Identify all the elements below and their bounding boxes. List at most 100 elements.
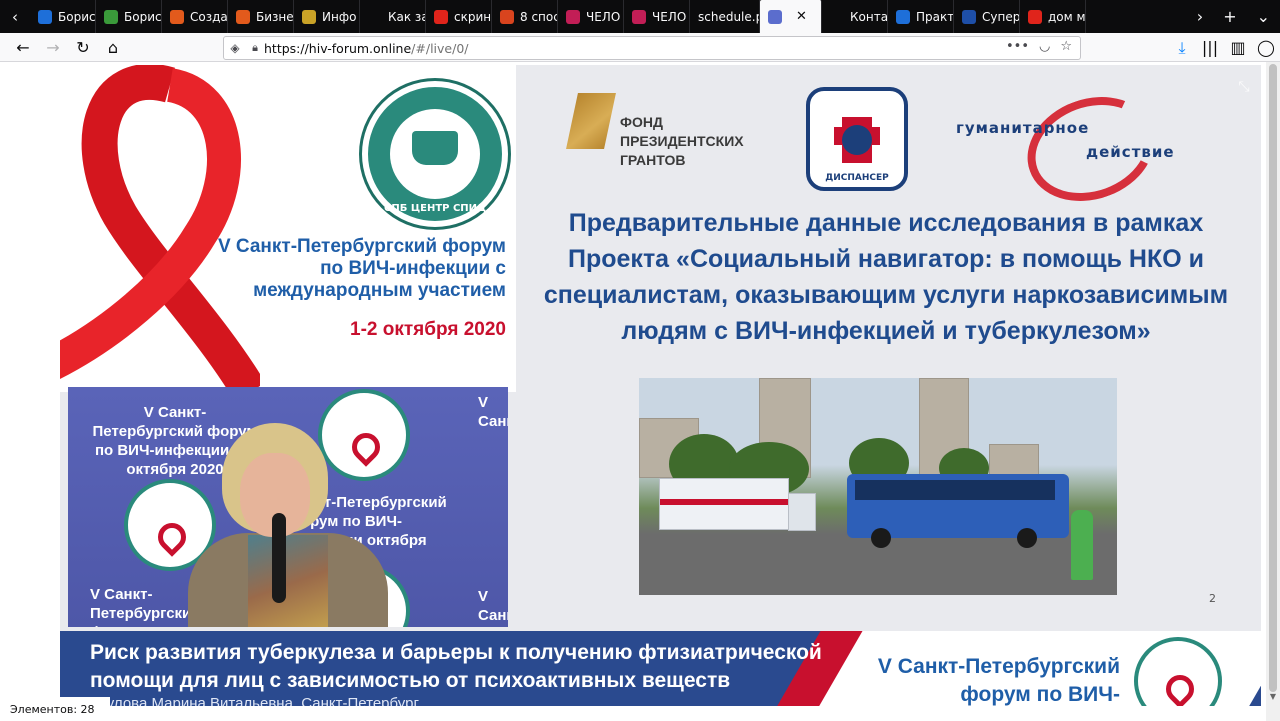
page-actions: ••• ◡ ☆ [1006, 39, 1072, 54]
favicon-icon [1028, 9, 1042, 24]
account-icon: ◯ [1257, 38, 1275, 57]
favicon-icon [302, 9, 316, 24]
browser-tab[interactable]: Созда [162, 0, 228, 33]
forum-title: V Санкт-Петербургский форум по ВИЧ-инфек… [217, 236, 506, 301]
tab-label: дом м [1048, 9, 1086, 24]
talk-title-line1: Риск развития туберкулеза и барьеры к по… [90, 641, 822, 664]
url-host: https://hiv-forum.online [264, 40, 412, 56]
arrow-right-icon: → [46, 37, 60, 57]
mobile-clinic-truck [659, 478, 816, 531]
scroll-down-icon[interactable]: ▼ [1268, 692, 1278, 701]
url-path: /#/live/0/ [411, 40, 469, 56]
favicon-icon [236, 9, 250, 24]
library-button[interactable]: ||| [1196, 33, 1224, 62]
favicon-icon [368, 9, 382, 24]
slide-title: Предварительные данные исследования в ра… [543, 209, 1229, 345]
browser-tab[interactable]: Борис [30, 0, 96, 33]
spb-aids-center-seal: СПБ ЦЕНТР СПИД [362, 81, 508, 227]
favicon-icon [830, 9, 844, 24]
browser-tab[interactable]: ЧЕЛО [624, 0, 690, 33]
reload-button[interactable]: ↻ [68, 33, 98, 62]
status-bar: Элементов: 28 [0, 697, 110, 721]
arrow-left-icon: ← [16, 37, 30, 57]
downloads-button[interactable]: ⤓ [1168, 33, 1196, 62]
favicon-icon [962, 9, 976, 24]
forum-poster: СПБ ЦЕНТР СПИД V Санкт-Петербургский фор… [60, 65, 516, 392]
page-content: СПБ ЦЕНТР СПИД V Санкт-Петербургский фор… [0, 62, 1280, 721]
new-tab-button[interactable]: + [1213, 7, 1246, 26]
tab-label: Борис [124, 9, 162, 24]
page-scrollbar[interactable]: ▲ ▼ [1266, 62, 1280, 721]
tab-strip: Борис Борис Созда Бизне Инфо Как за скрин 8 спо… [30, 0, 1187, 49]
home-icon: ⌂ [107, 37, 119, 57]
page-actions-menu-icon[interactable]: ••• [1006, 39, 1029, 54]
list-all-tabs-button[interactable]: ⌄ [1247, 7, 1280, 26]
browser-tab[interactable]: Практ [888, 0, 954, 33]
exit-fullscreen-icon[interactable]: ⤡ [1236, 79, 1252, 95]
browser-tab[interactable]: Борис [96, 0, 162, 33]
bus [847, 474, 1069, 548]
sidebar-button[interactable]: ▥ [1224, 33, 1252, 62]
favicon-icon [632, 9, 646, 24]
browser-tab[interactable]: ЧЕЛО [558, 0, 624, 33]
nav-toolbar: ← → ↻ ⌂ ◈ 🔒︎ https://hiv-forum.online/#/… [0, 33, 1280, 62]
street-photo [639, 378, 1117, 595]
favicon-icon [566, 9, 580, 24]
favicon-icon [500, 9, 514, 24]
speaker-name: Акулова Марина Витальевна, Санкт-Петербу… [90, 695, 419, 706]
tab-label: schedule.p [698, 9, 760, 24]
talk-title-line2: помощи для лиц с зависимостью от психоак… [90, 669, 731, 692]
presentation-slide: ФОНД ПРЕЗИДЕНТСКИХ ГРАНТОВ ДИСПАНСЕР гум… [516, 65, 1261, 625]
tab-label: Супер [982, 9, 1020, 24]
tab-bar: ‹ Борис Борис Созда Бизне Инфо Как за скрин 8 с… [0, 0, 1280, 49]
back-button[interactable]: ← [8, 33, 38, 62]
browser-tab[interactable]: скрин [426, 0, 492, 33]
favicon-icon [38, 9, 52, 24]
account-button[interactable]: ◯ [1252, 33, 1280, 62]
favicon-icon [896, 9, 910, 24]
tab-scroll-left-button[interactable]: ‹ [0, 0, 30, 33]
scrollbar-thumb[interactable] [1269, 64, 1277, 692]
browser-tab[interactable]: 🔊︎✕ [120, 0, 822, 49]
presidential-grants-logo: ФОНД ПРЕЗИДЕНТСКИХ ГРАНТОВ [566, 93, 750, 170]
tab-label: Борис [58, 9, 96, 24]
tab-scroll-right-button[interactable]: › [1187, 7, 1213, 26]
favicon-icon [768, 9, 782, 24]
chevron-right-icon: › [1196, 7, 1204, 26]
forum-dates: 1-2 октября 2020 [350, 319, 506, 340]
browser-tab[interactable]: 8 спос [492, 0, 558, 33]
favicon-icon [170, 9, 184, 24]
home-button[interactable]: ⌂ [98, 33, 128, 62]
browser-tab[interactable]: Как за [360, 0, 426, 33]
tab-label: Бизне [256, 9, 294, 24]
tab-label: Практ [916, 9, 954, 24]
browser-tab[interactable]: Супер [954, 0, 1020, 33]
chevron-left-icon: ‹ [12, 7, 18, 26]
browser-tab[interactable]: Инфо [294, 0, 360, 33]
favicon-icon [434, 9, 448, 24]
browser-tab[interactable]: Конта [822, 0, 888, 33]
address-bar[interactable]: ◈ 🔒︎ https://hiv-forum.online/#/live/0/ … [223, 36, 1081, 60]
browser-tab[interactable]: Бизне [228, 0, 294, 33]
library-icon: ||| [1201, 38, 1219, 57]
forward-button[interactable]: → [38, 33, 68, 62]
lock-icon[interactable]: 🔒︎ [246, 41, 264, 55]
microphone-icon [272, 513, 286, 603]
chevron-down-icon: ⌄ [1256, 7, 1270, 26]
slide-number: 2 [1209, 592, 1216, 605]
portrait-icon [842, 125, 872, 155]
bookmark-star-icon[interactable]: ☆ [1060, 39, 1072, 54]
speaker-webcam: V Санкт-Петербургский форум по ВИЧ-инфек… [68, 387, 508, 627]
video-player[interactable]: СПБ ЦЕНТР СПИД V Санкт-Петербургский фор… [60, 65, 1261, 706]
toolbar-right: ⤓ ||| ▥ ◯ [1168, 33, 1280, 62]
pocket-icon[interactable]: ◡ [1039, 39, 1050, 54]
tab-label: 8 спос [520, 9, 558, 24]
tab-label: ЧЕЛО [586, 9, 621, 24]
close-tab-icon[interactable]: ✕ [796, 9, 807, 24]
sidebar-icon: ▥ [1230, 38, 1246, 57]
browser-tab[interactable]: дом м [1020, 0, 1086, 33]
browser-tab[interactable]: schedule.p [690, 0, 760, 33]
plus-icon: + [1223, 7, 1237, 26]
tracking-protection-icon[interactable]: ◈ [224, 41, 246, 55]
humanitarian-action-logo: гуманитарное действие [956, 79, 1216, 219]
